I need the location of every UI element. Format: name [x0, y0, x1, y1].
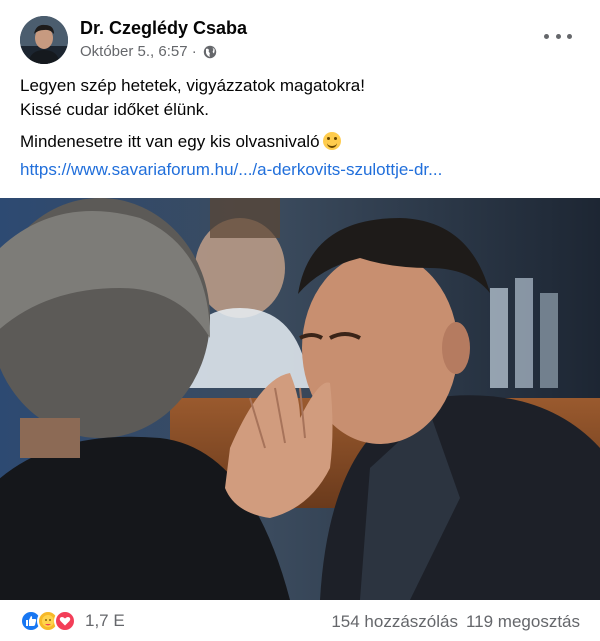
post-footer: 1,7 E 154 hozzászólás 119 megosztás: [0, 600, 600, 641]
post-photo[interactable]: [0, 198, 600, 600]
love-icon: [54, 610, 76, 632]
post-timestamp[interactable]: Október 5., 6:57 ·: [80, 43, 197, 60]
reactions-summary[interactable]: 1,7 E: [20, 610, 125, 632]
reaction-count: 1,7 E: [85, 611, 125, 630]
more-dots-icon[interactable]: [544, 28, 572, 44]
post-line-1: Legyen szép hetetek, vigyázzatok magatok…: [20, 76, 365, 95]
article-link[interactable]: https://www.savariaforum.hu/.../a-derkov…: [20, 160, 442, 180]
smile-emoji-icon: [322, 132, 341, 150]
globe-icon[interactable]: [203, 45, 217, 59]
post-meta: Október 5., 6:57 ·: [80, 43, 217, 60]
post-line-3: Mindenesetre itt van egy kis olvasnivaló: [20, 132, 320, 151]
comments-count[interactable]: 154 hozzászólás: [331, 612, 458, 632]
post-card: Dr. Czeglédy Csaba Október 5., 6:57 · Le…: [0, 0, 600, 641]
author-name[interactable]: Dr. Czeglédy Csaba: [80, 18, 247, 39]
post-header: Dr. Czeglédy Csaba Október 5., 6:57 ·: [0, 0, 600, 64]
post-stats: 154 hozzászólás 119 megosztás: [331, 612, 580, 632]
post-text: Legyen szép hetetek, vigyázzatok magatok…: [20, 74, 580, 154]
post-line-2: Kissé cudar időket élünk.: [20, 100, 209, 119]
shares-count[interactable]: 119 megosztás: [466, 612, 580, 632]
avatar[interactable]: [20, 16, 68, 64]
post-line-3-wrapper: Mindenesetre itt van egy kis olvasnivaló: [20, 130, 580, 154]
